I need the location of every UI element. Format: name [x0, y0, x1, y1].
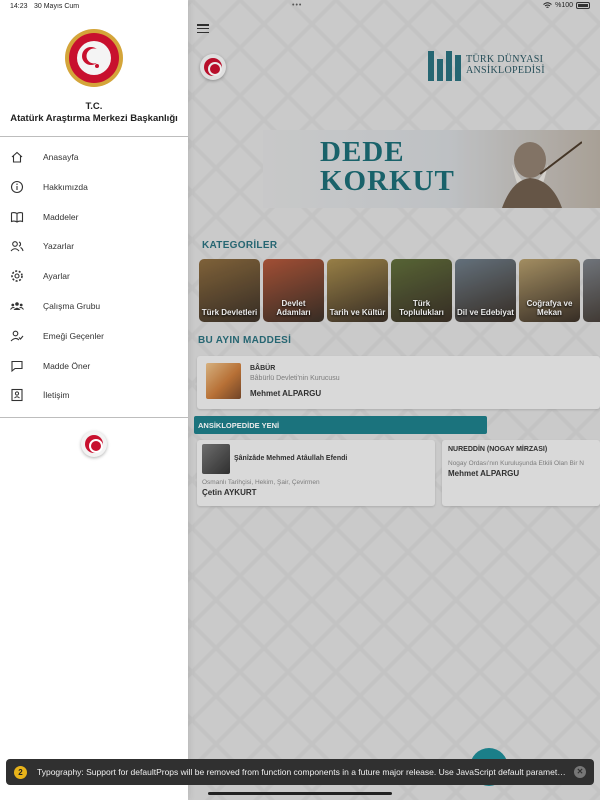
- status-date: 30 Mayıs Cum: [34, 3, 80, 10]
- warning-toast[interactable]: 2 Typography: Support for defaultProps w…: [6, 759, 594, 785]
- user-check-icon: [10, 329, 24, 343]
- drawer-divider: [0, 136, 188, 137]
- status-time: 14:23: [10, 3, 28, 10]
- info-icon: [10, 180, 24, 194]
- menu-item-hakkımızda[interactable]: Hakkımızda: [0, 173, 188, 203]
- group-icon: [10, 299, 24, 313]
- warning-count-badge: 2: [14, 765, 27, 779]
- menu-item-anasayfa[interactable]: Anasayfa: [0, 143, 188, 173]
- home-indicator: [208, 792, 392, 795]
- menu-item-label: Anasayfa: [43, 152, 79, 162]
- menu-item-label: Emeği Geçenler: [43, 330, 104, 341]
- menu-item-label: Madde Öner: [43, 360, 91, 371]
- menu-item-çalışma-grubu[interactable]: Çalışma Grubu: [0, 292, 188, 322]
- contact-icon: [10, 388, 24, 402]
- wifi-icon: [543, 2, 552, 8]
- home-icon: [10, 150, 24, 164]
- drawer-heading: T.C.: [85, 101, 103, 112]
- menu-item-label: Maddeler: [43, 211, 79, 222]
- gear-icon: [10, 269, 24, 283]
- menu-item-emeği-geçenler[interactable]: Emeği Geçenler: [0, 322, 188, 352]
- institution-seal-small[interactable]: [81, 431, 107, 457]
- users-icon: [10, 239, 24, 253]
- menu-item-yazarlar[interactable]: Yazarlar: [0, 232, 188, 262]
- menu-item-label: Ayarlar: [43, 271, 70, 282]
- menu-item-label: Hakkımızda: [43, 181, 88, 192]
- status-bar: 14:23 30 Mayıs Cum ••• %100: [0, 0, 600, 14]
- battery-percent: %100: [555, 2, 573, 9]
- institution-logo: [65, 29, 123, 87]
- message-icon: [10, 359, 24, 373]
- status-indicators: %100: [543, 2, 590, 9]
- multitask-dots-icon: •••: [292, 2, 303, 9]
- drawer-organization: Atatürk Araştırma Merkezi Başkanlığı: [10, 113, 178, 124]
- menu-item-madde-öner[interactable]: Madde Öner: [0, 352, 188, 382]
- battery-icon: [576, 2, 590, 9]
- side-drawer: T.C. Atatürk Araştırma Merkezi Başkanlığ…: [0, 0, 188, 800]
- menu-item-label: İletişim: [43, 390, 70, 401]
- menu-item-maddeler[interactable]: Maddeler: [0, 203, 188, 233]
- warning-message: Typography: Support for defaultProps wil…: [37, 767, 567, 777]
- close-icon[interactable]: ✕: [574, 766, 586, 778]
- menu-item-label: Çalışma Grubu: [43, 301, 101, 311]
- drawer-divider: [0, 417, 188, 418]
- menu-item-i-letişim[interactable]: İletişim: [0, 381, 188, 411]
- menu-item-label: Yazarlar: [43, 241, 75, 252]
- menu-item-ayarlar[interactable]: Ayarlar: [0, 262, 188, 292]
- book-icon: [10, 210, 24, 224]
